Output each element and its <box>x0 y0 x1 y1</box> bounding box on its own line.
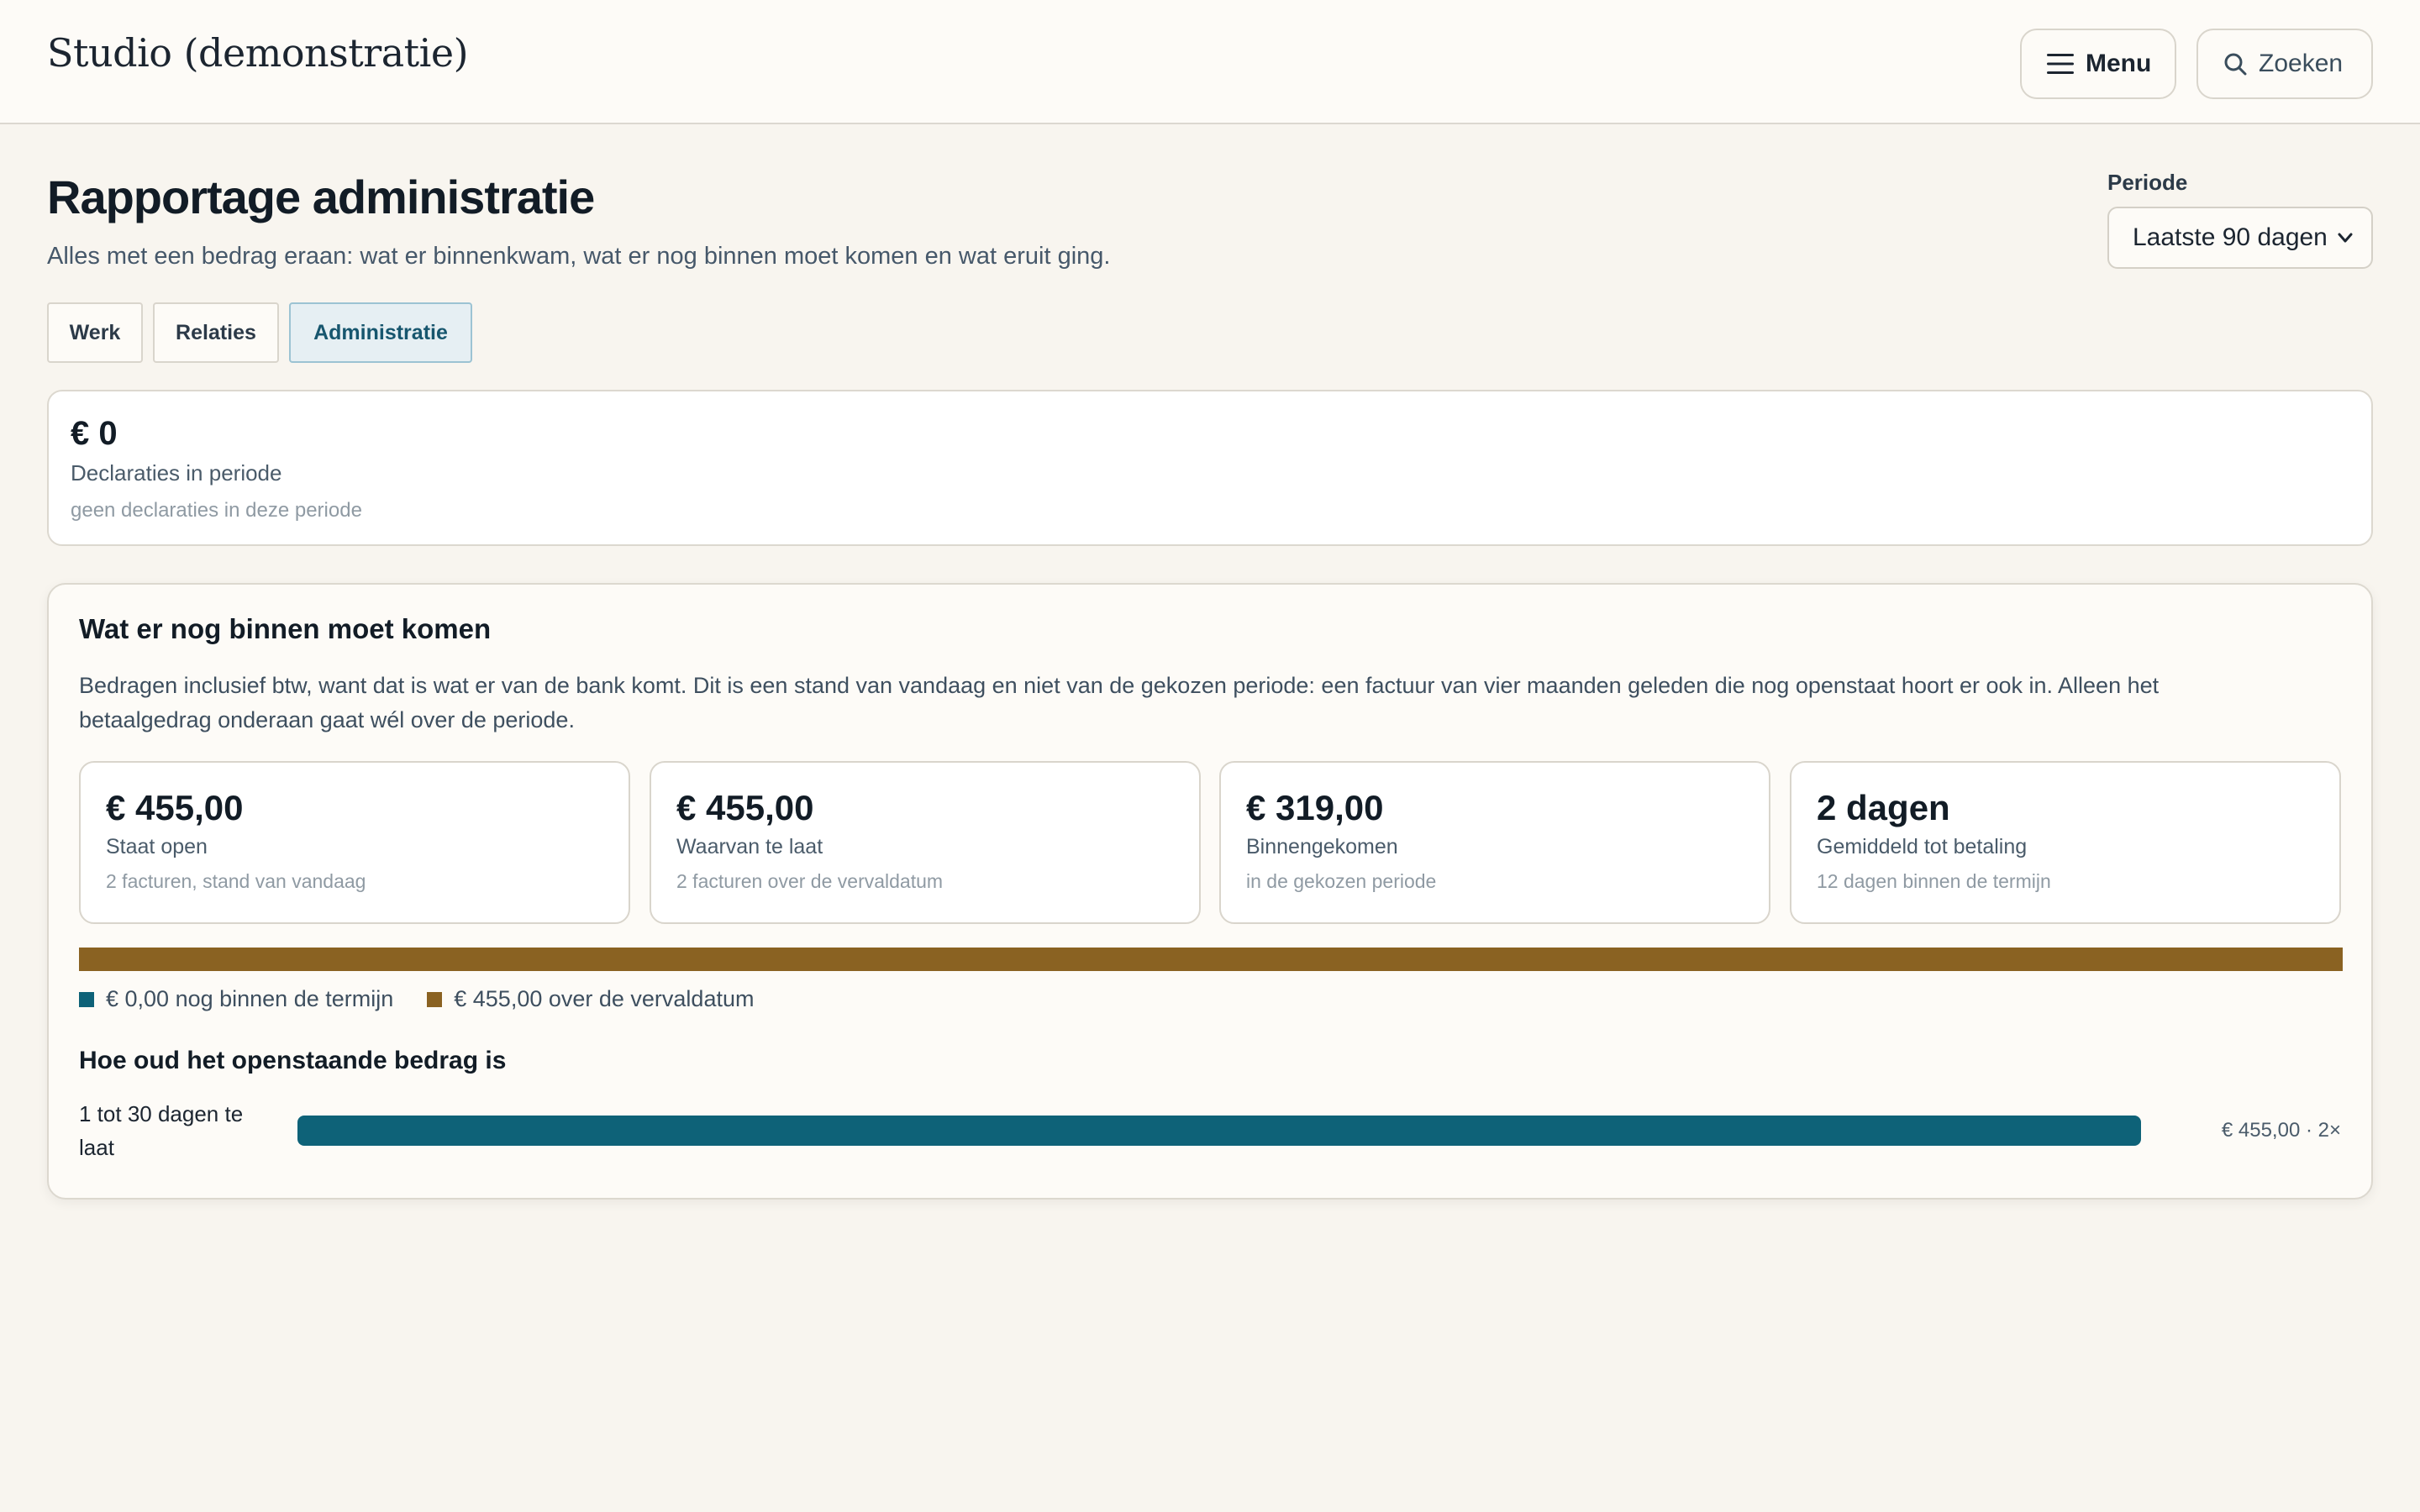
chevron-down-icon <box>2338 233 2353 243</box>
stat-value: € 455,00 <box>106 788 244 827</box>
legend-text: € 455,00 over de vervaldatum <box>454 986 755 1011</box>
aging-row-label: 1 tot 30 dagen te laat <box>79 1101 244 1160</box>
stat-sub: 2 facturen over de vervaldatum <box>676 870 944 892</box>
brand-name[interactable]: Studio (demonstratie) <box>47 30 469 76</box>
menu-button[interactable]: Menu <box>2020 29 2176 99</box>
tab-administratie[interactable]: Administratie <box>289 302 472 363</box>
aging-bar-track <box>297 1116 2141 1146</box>
hamburger-icon <box>2047 54 2074 74</box>
stat-sub: in de gekozen periode <box>1246 870 1437 892</box>
legend-swatch <box>79 991 94 1007</box>
search-icon <box>2224 53 2247 76</box>
legend-item-overdue: € 455,00 over de vervaldatum <box>427 986 754 1012</box>
period-value: Laatste 90 dagen <box>2133 223 2328 251</box>
stat-card-payment-days: 2 dagen Gemiddeld tot betaling 12 dagen … <box>1790 761 2341 924</box>
stat-sub: 2 facturen, stand van vandaag <box>106 870 366 892</box>
top-bar: Studio (demonstratie) Menu Zoeken <box>0 0 2420 124</box>
search-button[interactable]: Zoeken <box>2196 29 2373 99</box>
declaraties-value: € 0 <box>71 415 118 452</box>
receivables-title: Wat er nog binnen moet komen <box>79 613 492 644</box>
declaraties-card: € 0 Declaraties in periode geen declarat… <box>47 390 2373 546</box>
stat-sub: 12 dagen binnen de termijn <box>1817 870 2051 892</box>
tab-werk[interactable]: Werk <box>47 302 143 363</box>
stat-value: 2 dagen <box>1817 788 1950 827</box>
term-split-bar <box>79 948 2343 971</box>
stat-label: Gemiddeld tot betaling <box>1817 835 2028 858</box>
stat-card-open: € 455,00 Staat open 2 facturen, stand va… <box>79 761 630 924</box>
period-label: Periode <box>2107 170 2188 195</box>
stat-value: € 455,00 <box>676 788 814 827</box>
search-label: Zoeken <box>2259 50 2344 77</box>
overdue-segment <box>79 948 2343 971</box>
tab-relaties[interactable]: Relaties <box>153 302 279 363</box>
legend-swatch <box>427 991 443 1007</box>
menu-label: Menu <box>2086 50 2152 77</box>
legend-text: € 0,00 nog binnen de termijn <box>106 986 394 1011</box>
stat-value: € 319,00 <box>1246 788 1384 827</box>
declaraties-label: Declaraties in periode <box>71 460 282 486</box>
aging-bar <box>297 1116 2141 1146</box>
stat-card-overdue: € 455,00 Waarvan te laat 2 facturen over… <box>650 761 1201 924</box>
stat-label: Staat open <box>106 835 208 858</box>
stat-card-received: € 319,00 Binnengekomen in de gekozen per… <box>1219 761 1770 924</box>
legend-item-within-term: € 0,00 nog binnen de termijn <box>79 986 393 1012</box>
stat-label: Waarvan te laat <box>676 835 823 858</box>
page-subtitle: Alles met een bedrag eraan: wat er binne… <box>47 243 1111 270</box>
page-title: Rapportage administratie <box>47 171 595 223</box>
declaraties-sub: geen declaraties in deze periode <box>71 499 362 522</box>
receivables-intro: Bedragen inclusief btw, want dat is wat … <box>79 673 2160 732</box>
stat-label: Binnengekomen <box>1246 835 1398 858</box>
receivables-panel: Wat er nog binnen moet komen Bedragen in… <box>47 583 2373 1200</box>
aging-title: Hoe oud het openstaande bedrag is <box>79 1047 507 1074</box>
aging-row-value: € 455,00 · 2× <box>2221 1119 2341 1142</box>
split-legend: € 0,00 nog binnen de termijn € 455,00 ov… <box>79 986 787 1012</box>
period-select[interactable]: Laatste 90 dagen <box>2107 207 2373 269</box>
